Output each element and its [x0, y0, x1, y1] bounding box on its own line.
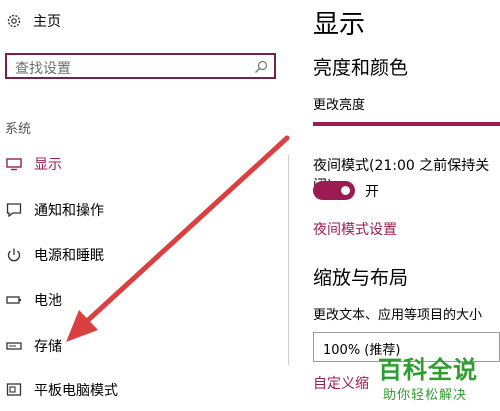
home-label: 主页 [33, 14, 61, 30]
sidebar-item-label: 存储 [34, 339, 62, 355]
sidebar-item-power[interactable]: 电源和睡眠 [5, 244, 104, 266]
power-icon [5, 246, 23, 264]
toggle-knob [341, 186, 350, 195]
sidebar-item-label: 通知和操作 [34, 203, 104, 219]
sidebar-item-notifications[interactable]: 通知和操作 [5, 199, 104, 221]
search-icon[interactable] [254, 59, 268, 73]
brightness-slider[interactable] [313, 122, 500, 126]
custom-scale-link[interactable]: 自定义缩 [313, 373, 369, 393]
sidebar-item-label: 显示 [34, 157, 62, 173]
watermark-subtitle: 助你轻松解决 [383, 388, 468, 403]
night-mode-toggle[interactable] [313, 181, 355, 200]
scale-description: 更改文本、应用等项目的大小 [313, 308, 483, 323]
search-input[interactable]: 查找设置 [5, 53, 276, 79]
sidebar-item-label: 电源和睡眠 [34, 248, 104, 264]
night-mode-state: 开 [365, 184, 379, 200]
section-label-system: 系统 [5, 122, 32, 137]
watermark-logo: 百科全说 助你轻松解决 [368, 348, 500, 411]
battery-icon [5, 291, 23, 309]
monitor-icon [5, 155, 23, 173]
section-heading-scale: 缩放与布局 [313, 267, 409, 289]
sidebar-item-battery[interactable]: 电池 [5, 289, 62, 311]
sidebar-item-label: 平板电脑模式 [34, 383, 118, 399]
sidebar-item-display[interactable]: 显示 [5, 153, 62, 175]
search-placeholder: 查找设置 [15, 61, 71, 77]
watermark-title: 百科全说 [378, 356, 478, 384]
sidebar-item-tablet-mode[interactable]: 平板电脑模式 [5, 379, 118, 401]
notification-icon [5, 201, 23, 219]
storage-icon [5, 337, 23, 355]
night-mode-settings-link[interactable]: 夜间模式设置 [313, 219, 397, 239]
sidebar-item-label: 电池 [34, 293, 62, 309]
page-title: 显示 [313, 10, 366, 40]
section-heading-brightness: 亮度和颜色 [313, 57, 409, 79]
sidebar-item-storage[interactable]: 存储 [5, 335, 62, 357]
gear-icon [5, 12, 23, 30]
tablet-mode-icon [5, 381, 23, 399]
change-brightness-label: 更改亮度 [313, 98, 366, 113]
pane-divider [288, 155, 289, 365]
home-nav-item[interactable]: 主页 [5, 10, 61, 32]
